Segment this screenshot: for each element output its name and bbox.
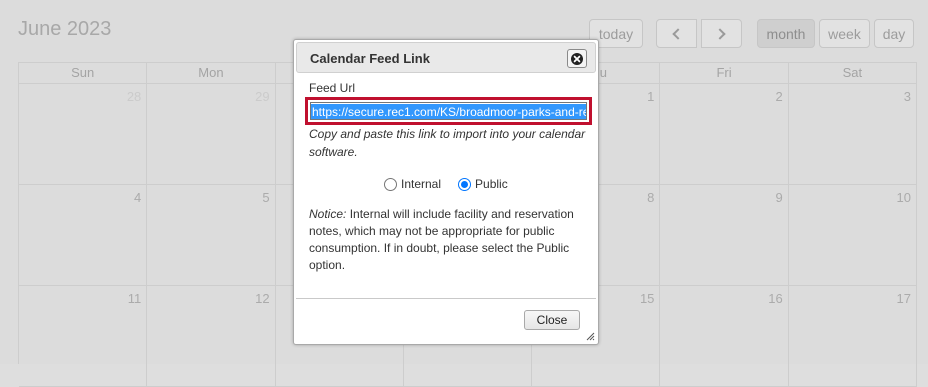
day-cell[interactable]: 17 [788,286,917,387]
day-number[interactable]: 3 [904,89,911,104]
day-cell[interactable]: 5 [147,185,276,286]
day-cell[interactable]: 10 [788,185,917,286]
chevron-right-icon [714,27,726,40]
prev-button[interactable] [656,19,697,48]
day-view-button[interactable]: day [874,19,914,48]
dialog-title: Calendar Feed Link [310,51,430,66]
feed-url-label: Feed Url [309,81,356,95]
day-header-mon: Mon [147,63,276,84]
day-number[interactable]: 11 [128,291,142,306]
notice-prefix: Notice: [309,207,347,221]
day-number[interactable]: 1 [647,89,654,104]
next-button[interactable] [701,19,742,48]
dialog-titlebar[interactable]: Calendar Feed Link [296,42,596,73]
day-header-fri: Fri [660,63,789,84]
day-number[interactable]: 9 [775,190,782,205]
calendar-feed-dialog: Calendar Feed Link Feed Url https://secu… [293,39,599,345]
day-cell[interactable]: 2 [660,84,789,185]
day-number[interactable]: 17 [897,291,911,306]
day-number[interactable]: 29 [255,89,269,104]
month-view-button[interactable]: month [757,19,815,48]
day-cell[interactable]: 29 [147,84,276,185]
chevron-left-icon [672,27,684,40]
day-cell[interactable]: 12 [147,286,276,387]
day-number[interactable]: 16 [768,291,782,306]
notice-body: Internal will include facility and reser… [309,207,574,272]
dialog-close-button[interactable] [567,49,587,68]
feed-help-text: Copy and paste this link to import into … [309,127,586,159]
feed-type-options: Internal Public [384,177,508,191]
feed-url-value[interactable]: https://secure.rec1.com/KS/broadmoor-par… [311,104,586,119]
day-number[interactable]: 12 [255,291,269,306]
day-number[interactable]: 28 [127,89,141,104]
day-cell[interactable]: 16 [660,286,789,387]
day-header-sat: Sat [788,63,917,84]
close-button[interactable]: Close [524,310,580,330]
day-cell[interactable]: 28 [19,84,148,185]
public-radio[interactable] [458,177,472,191]
feed-url-input[interactable]: https://secure.rec1.com/KS/broadmoor-par… [310,102,587,120]
day-number[interactable]: 10 [897,190,911,205]
public-radio-label[interactable]: Public [475,177,508,191]
resize-grip-icon[interactable] [586,332,595,341]
day-header-sun: Sun [19,63,148,84]
day-number[interactable]: 2 [775,89,782,104]
internal-radio-label[interactable]: Internal [401,177,441,191]
internal-radio[interactable] [384,177,397,191]
day-number[interactable]: 15 [640,291,654,306]
notice-text: Notice: Internal will include facility a… [309,206,587,274]
close-icon [571,52,583,65]
day-cell[interactable]: 3 [788,84,917,185]
day-number[interactable]: 4 [134,190,141,205]
week-view-button[interactable]: week [819,19,870,48]
day-number[interactable]: 5 [262,190,269,205]
day-cell[interactable]: 4 [19,185,148,286]
dialog-divider [296,298,596,299]
day-cell[interactable]: 9 [660,185,789,286]
day-number[interactable]: 8 [647,190,654,205]
feed-url-highlight: https://secure.rec1.com/KS/broadmoor-par… [305,97,592,125]
day-cell[interactable]: 11 [19,286,148,387]
calendar-title: June 2023 [18,18,112,40]
